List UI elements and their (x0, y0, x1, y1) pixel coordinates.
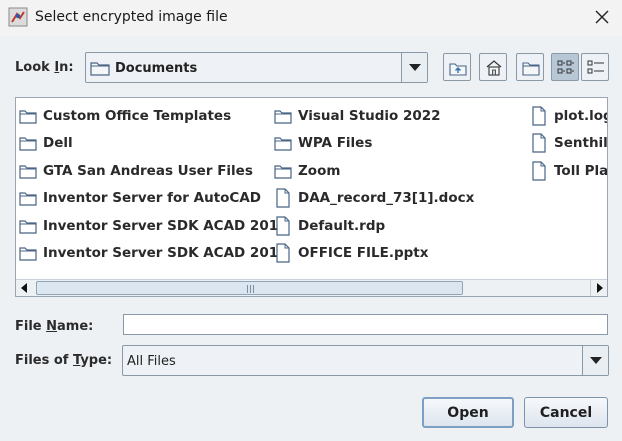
file-item[interactable]: OFFICE FILE.pptx (274, 240, 474, 268)
files-of-type-label: Files of Type: (15, 353, 113, 368)
folder-icon (274, 137, 292, 151)
horizontal-scrollbar[interactable] (16, 279, 607, 296)
files-of-type-combo[interactable]: All Files (122, 345, 609, 376)
folder-item[interactable]: Visual Studio 2022 (274, 102, 474, 130)
file-list[interactable]: Custom Office Templates Dell GTA San Andre… (15, 97, 608, 297)
folder-icon (19, 137, 37, 151)
item-label: Default.rdp (298, 217, 386, 234)
file-item[interactable]: Default.rdp (274, 212, 474, 240)
up-one-level-button[interactable] (443, 53, 471, 81)
folder-icon (274, 110, 292, 124)
list-view-icon (557, 60, 574, 74)
look-in-dropdown-button[interactable] (401, 53, 427, 82)
arrow-right-icon (597, 283, 603, 293)
close-icon[interactable] (594, 9, 610, 25)
file-item[interactable]: Toll Pla (530, 157, 608, 185)
home-button[interactable] (479, 53, 507, 81)
scroll-thumb[interactable] (36, 281, 463, 295)
java-app-icon (8, 7, 28, 27)
list-view-button[interactable] (551, 53, 579, 81)
new-folder-button[interactable] (516, 53, 544, 81)
item-label: WPA Files (298, 135, 373, 152)
files-of-type-dropdown-button[interactable] (582, 346, 608, 375)
up-folder-icon (449, 63, 467, 76)
folder-icon (90, 62, 110, 76)
file-item[interactable]: DAA_record_73[1].docx (274, 185, 474, 213)
look-in-label: Look In: (15, 60, 74, 75)
item-label: plot.log (554, 107, 608, 124)
folder-item[interactable]: Custom Office Templates (19, 102, 288, 130)
window-title: Select encrypted image file (35, 9, 228, 25)
folder-item[interactable]: Inventor Server for AutoCAD (19, 185, 288, 213)
details-view-icon (587, 60, 604, 74)
item-label: DAA_record_73[1].docx (298, 190, 475, 207)
folder-icon (19, 165, 37, 179)
chevron-down-icon (409, 64, 421, 71)
open-button[interactable]: Open (422, 397, 514, 428)
item-label: Senthil (554, 135, 608, 152)
folder-item[interactable]: WPA Files (274, 130, 474, 158)
file-name-label: File Name: (15, 319, 94, 334)
look-in-value: Documents (115, 61, 198, 76)
file-icon (276, 243, 290, 263)
files-of-type-value: All Files (127, 354, 176, 369)
item-label: OFFICE FILE.pptx (298, 245, 429, 262)
folder-item[interactable]: GTA San Andreas User Files (19, 157, 288, 185)
item-label: Custom Office Templates (43, 107, 232, 124)
item-label: Inventor Server for AutoCAD (43, 190, 261, 207)
item-label: Dell (43, 135, 73, 152)
item-label: Inventor Server SDK ACAD 2018 (43, 245, 288, 262)
folder-item[interactable]: Inventor Server SDK ACAD 2018 (19, 240, 288, 268)
folder-icon (19, 220, 37, 234)
grip-icon (247, 285, 254, 293)
item-label: Inventor Server SDK ACAD 2015 (43, 217, 288, 234)
folder-icon (19, 247, 37, 261)
file-item[interactable]: Senthil (530, 130, 608, 158)
file-item[interactable]: plot.log (530, 102, 608, 130)
chevron-down-icon (590, 357, 602, 364)
file-icon (532, 106, 546, 126)
item-label: GTA San Andreas User Files (43, 162, 253, 179)
arrow-left-icon (21, 283, 27, 293)
details-view-button[interactable] (581, 53, 609, 81)
folder-item[interactable]: Zoom (274, 157, 474, 185)
file-icon (276, 216, 290, 236)
item-label: Visual Studio 2022 (298, 107, 441, 124)
folder-icon (274, 165, 292, 179)
file-name-input[interactable] (123, 314, 608, 335)
home-icon (486, 60, 502, 76)
cancel-button[interactable]: Cancel (524, 397, 608, 428)
item-label: Toll Pla (554, 162, 608, 179)
item-label: Zoom (298, 162, 341, 179)
look-in-combo[interactable]: Documents (85, 52, 428, 83)
file-column-2: Visual Studio 2022 WPA Files Zoom DAA_recor… (274, 102, 474, 267)
folder-icon (19, 110, 37, 124)
title-bar: Select encrypted image file (0, 0, 622, 36)
file-column-1: Custom Office Templates Dell GTA San Andre… (19, 102, 288, 267)
folder-item[interactable]: Inventor Server SDK ACAD 2015 (19, 212, 288, 240)
folder-item[interactable]: Dell (19, 130, 288, 158)
file-icon (532, 133, 546, 153)
file-column-3: plot.log Senthil Toll Pla (530, 102, 608, 185)
scroll-left-button[interactable] (16, 280, 33, 296)
folder-icon (19, 192, 37, 206)
new-folder-icon (522, 62, 540, 76)
scroll-right-button[interactable] (590, 280, 607, 296)
file-icon (532, 161, 546, 181)
file-icon (276, 188, 290, 208)
